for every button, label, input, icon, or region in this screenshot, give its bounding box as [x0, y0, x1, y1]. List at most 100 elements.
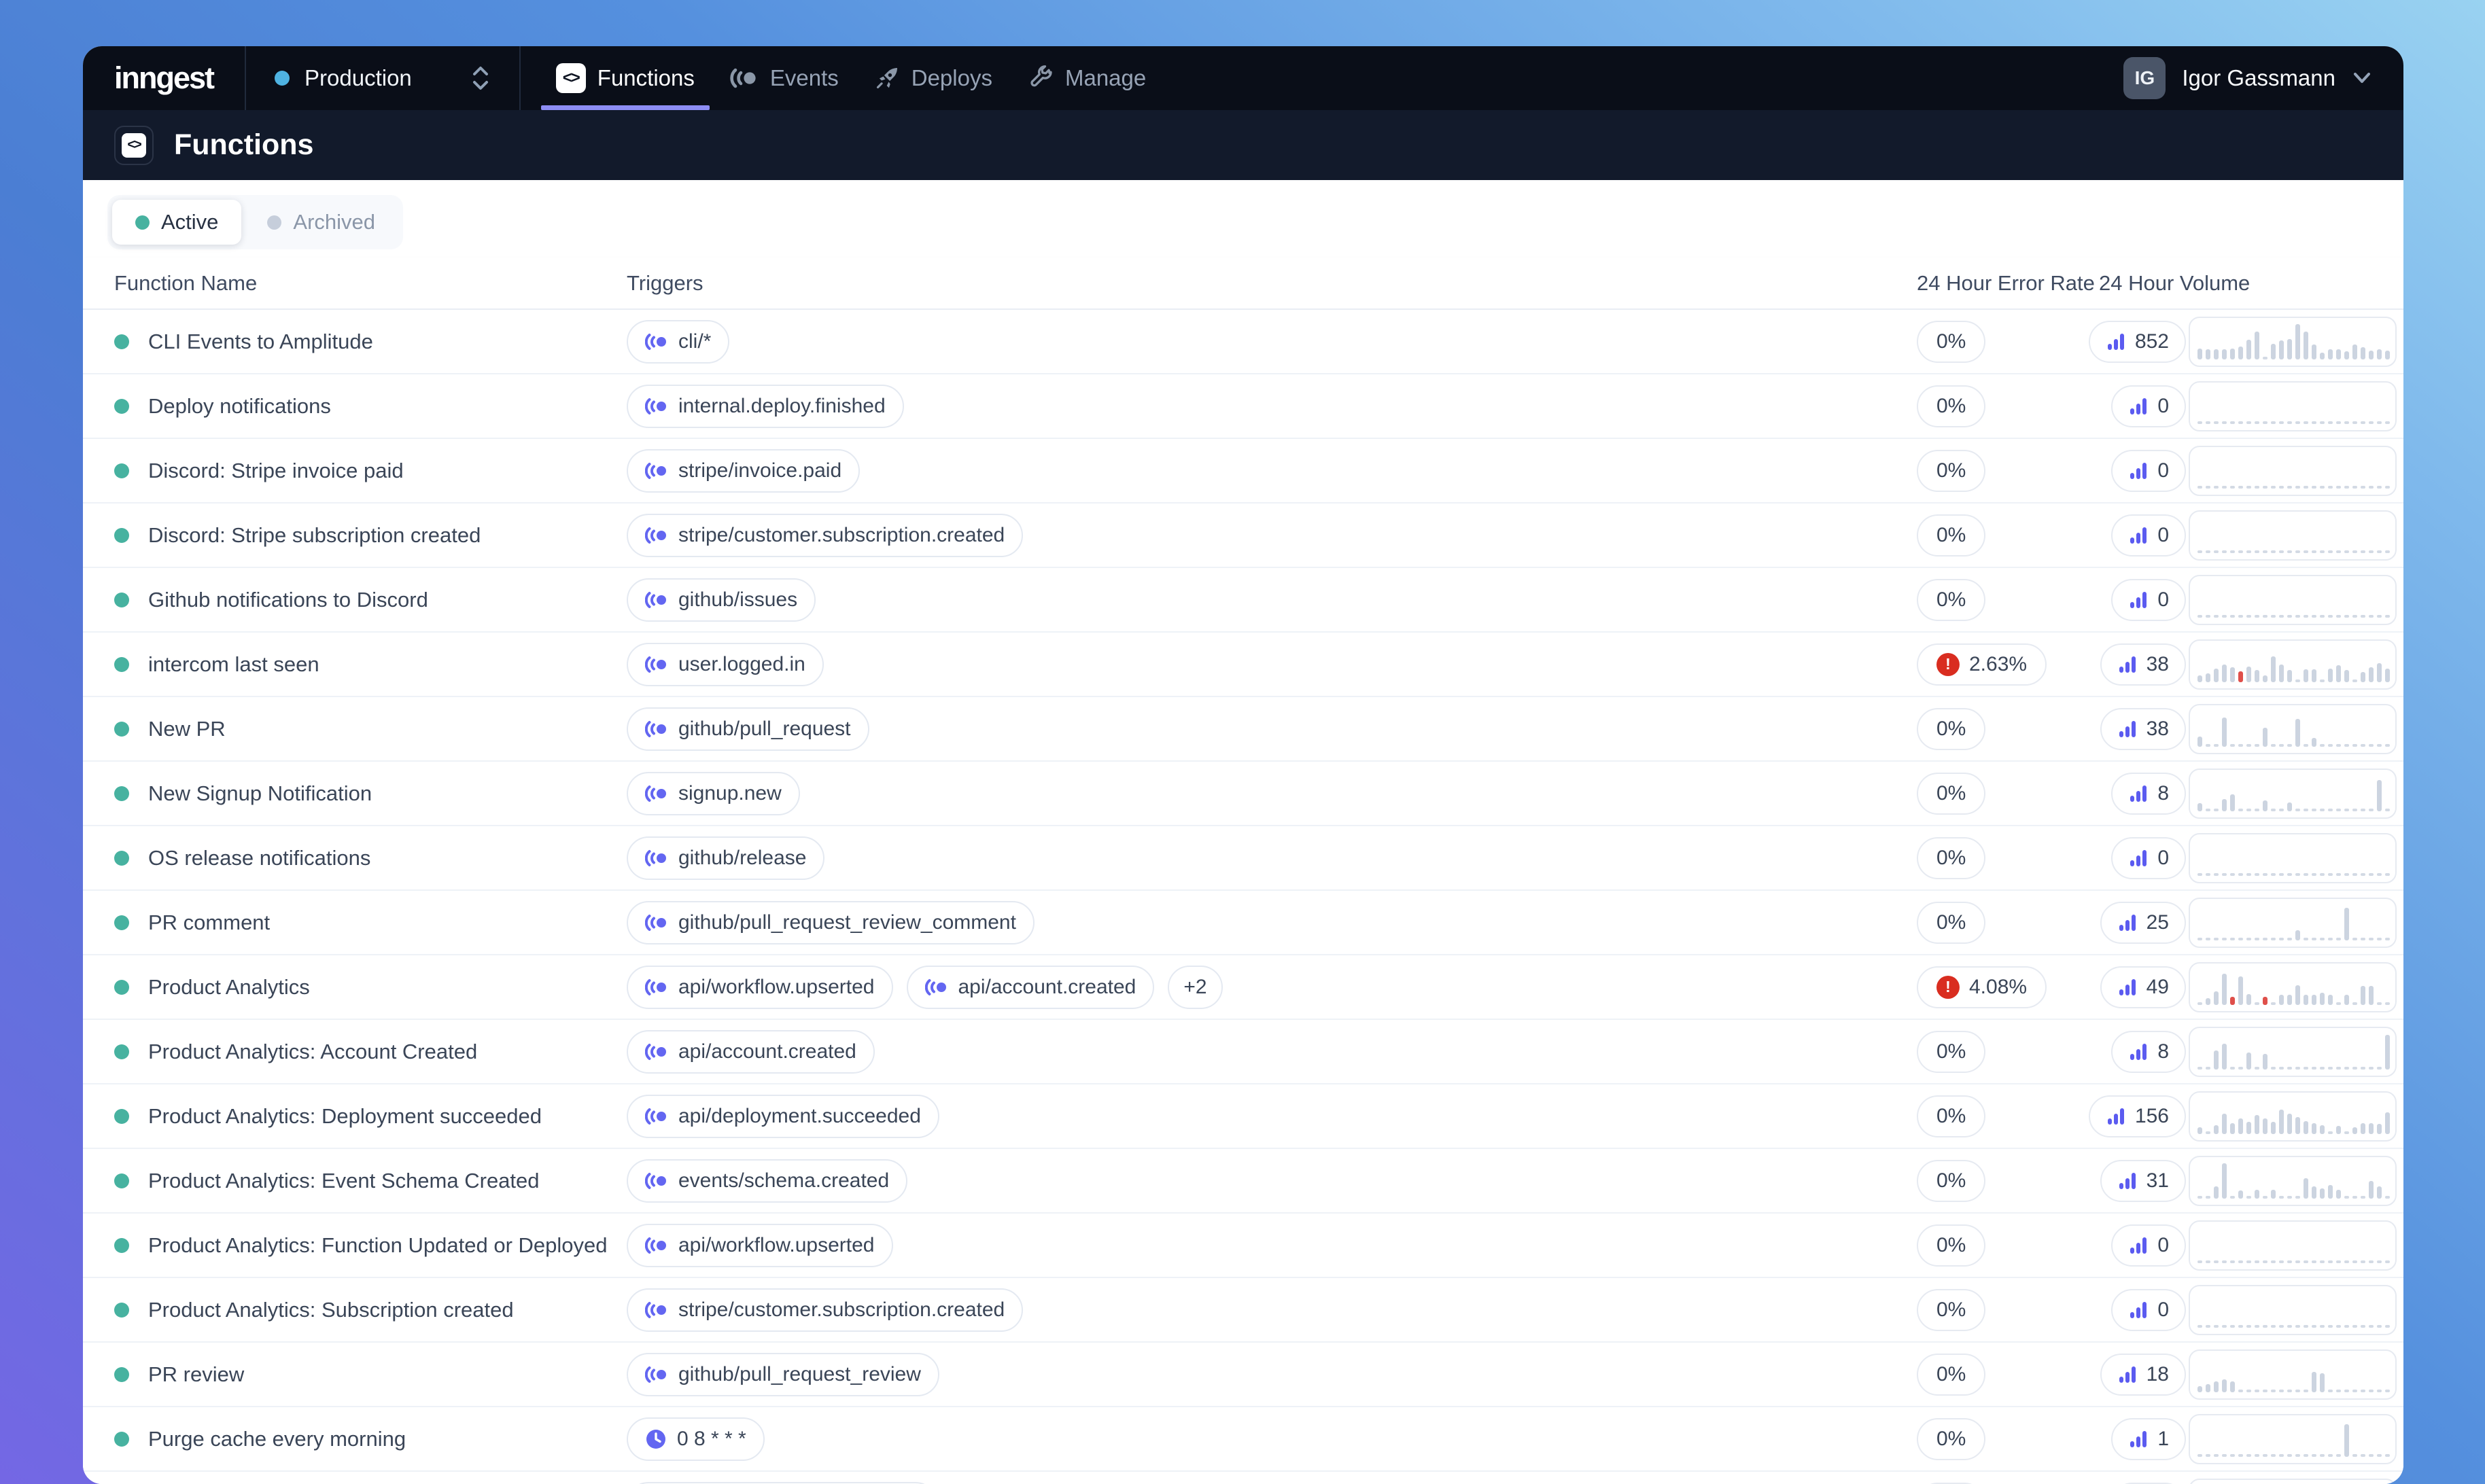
sparkline-zero-dash [2246, 744, 2251, 747]
volume-value: 1 [2157, 1428, 2169, 1451]
function-table-row[interactable]: Product Analytics: Subscription createds… [83, 1278, 2403, 1343]
sparkline-zero-dash [2312, 809, 2316, 811]
bar-chart-icon [2128, 1235, 2149, 1256]
tab-manage[interactable]: Manage [1010, 46, 1164, 110]
sparkline-bar [2304, 995, 2308, 1005]
sparkline-zero-dash [2312, 1260, 2316, 1263]
bar-chart-icon [2117, 719, 2138, 739]
function-name: Product Analytics [148, 975, 310, 1000]
function-status-dot [114, 1173, 129, 1188]
sparkline-zero-dash [2328, 1067, 2333, 1070]
sparkline-zero-dash [2336, 486, 2341, 489]
sparkline-zero-dash [2197, 1196, 2202, 1199]
sparkline-zero-dash [2304, 1454, 2308, 1457]
tab-functions[interactable]: <> Functions [538, 46, 712, 110]
triggers-cell: github/issues [627, 578, 1917, 622]
function-table-row[interactable]: Product Analytics: Event Schema Createde… [83, 1149, 2403, 1214]
function-table-row[interactable]: CLI Events to Amplitudecli/*0%852 [83, 310, 2403, 374]
event-trigger-icon [925, 978, 948, 997]
sparkline-bar [2377, 663, 2382, 682]
trigger-label: user.logged.in [678, 653, 805, 676]
function-table-row[interactable]: OS release notificationsgithub/release0%… [83, 826, 2403, 891]
function-table-row[interactable]: intercom last seenuser.logged.in!2.63%38 [83, 633, 2403, 697]
cron-clock-icon [645, 1428, 667, 1450]
sparkline-zero-dash [2328, 550, 2333, 553]
function-table-row[interactable]: Discord: Stripe subscription createdstri… [83, 504, 2403, 568]
sparkline-zero-dash [2304, 615, 2308, 618]
tab-events[interactable]: Events [712, 46, 856, 110]
sparkline-zero-dash [2246, 1196, 2251, 1199]
sparkline-zero-dash [2255, 809, 2259, 811]
volume-value: 49 [2147, 976, 2169, 999]
sparkline-zero-dash [2246, 809, 2251, 811]
function-table-row[interactable]: New Signup Notificationsignup.new0%8 [83, 762, 2403, 826]
sparkline-bar [2263, 1054, 2267, 1070]
filter-active[interactable]: Active [112, 200, 241, 245]
sparkline-zero-dash [2222, 421, 2227, 424]
sparkline-zero-dash [2197, 938, 2202, 940]
sparkline-zero-dash [2328, 938, 2333, 940]
sparkline-zero-dash [2328, 744, 2333, 747]
triggers-cell: api/account.created [627, 1030, 1917, 1074]
sparkline-zero-dash [2255, 486, 2259, 489]
function-table-row[interactable]: Product Analytics: Account Created api/ac… [83, 1020, 2403, 1084]
volume-sparkline [2189, 510, 2397, 561]
function-table-row[interactable]: Github notifications to Discordgithub/is… [83, 568, 2403, 633]
sparkline-zero-dash [2361, 1325, 2365, 1328]
trigger-label: github/pull_request_review [678, 1363, 921, 1386]
sparkline-zero-dash [2312, 486, 2316, 489]
bar-chart-icon [2128, 396, 2149, 417]
error-alert-icon: ! [1936, 653, 1960, 676]
sparkline-zero-dash [2320, 1325, 2325, 1328]
function-status-dot [114, 528, 129, 543]
function-table-row[interactable]: PR reviewgithub/pull_request_review0%18 [83, 1343, 2403, 1407]
sparkline-zero-dash [2320, 873, 2325, 876]
user-menu[interactable]: IG Igor Gassmann [2123, 46, 2403, 110]
function-table-row[interactable]: New PRgithub/pull_request0%38 [83, 697, 2403, 762]
function-table-row[interactable]: Deploy notificationsinternal.deploy.fini… [83, 374, 2403, 439]
sparkline-zero-dash [2385, 421, 2390, 424]
volume-pill: 1 [2111, 1418, 2186, 1460]
function-name-cell: New PR [114, 717, 627, 741]
function-table-row[interactable]: Purge cache every morning0 8 * * *0%1 [83, 1407, 2403, 1472]
tab-deploys[interactable]: Deploys [856, 46, 1010, 110]
function-table-row[interactable]: Discord: Stripe invoice paidstripe/invoi… [83, 439, 2403, 504]
sparkline-zero-dash [2287, 550, 2292, 553]
active-dot-icon [135, 215, 150, 230]
sparkline-zero-dash [2263, 550, 2267, 553]
sparkline-zero-dash [2377, 486, 2382, 489]
volume-cell: 0 [2099, 837, 2186, 879]
sparkline-zero-dash [2255, 421, 2259, 424]
function-table-row[interactable]: Product Analyticsapi/workflow.upsertedap… [83, 955, 2403, 1020]
error-rate-pill: 0% [1917, 450, 1985, 492]
sparkline-zero-dash [2336, 1390, 2341, 1392]
sparkline-zero-dash [2328, 1131, 2333, 1134]
error-rate-value: 0% [1936, 1428, 1966, 1451]
event-trigger-icon [645, 332, 668, 351]
sparkline-zero-dash [2197, 615, 2202, 618]
sparkline-zero-dash [2320, 938, 2325, 940]
sparkline-bar [2214, 669, 2219, 682]
sparkline-zero-dash [2279, 615, 2284, 618]
volume-pill: 18 [2100, 1354, 2186, 1396]
event-trigger-badge: github/issues [627, 578, 816, 622]
event-trigger-badge: github/pull_request_review [627, 1353, 939, 1396]
environment-switcher[interactable]: Production [246, 46, 519, 110]
function-table-row[interactable]: Reset password email and reminderpasswor… [83, 1472, 2403, 1484]
function-name: Product Analytics: Account Created [148, 1040, 477, 1064]
function-table-row[interactable]: PR commentgithub/pull_request_review_com… [83, 891, 2403, 955]
sparkline-bar [2214, 1186, 2219, 1199]
sparkline-zero-dash [2369, 938, 2374, 940]
sparkline-zero-dash [2214, 938, 2219, 940]
error-rate-pill: 0% [1917, 385, 1985, 427]
function-table-row[interactable]: Product Analytics: Deployment succeededa… [83, 1084, 2403, 1149]
sparkline-bar [2287, 802, 2292, 811]
sparkline-bar [2197, 803, 2202, 811]
triggers-cell: password.reset_requested [627, 1482, 1917, 1484]
filter-archived[interactable]: Archived [244, 200, 398, 245]
volume-value: 0 [2157, 847, 2169, 870]
sparkline-zero-dash [2377, 873, 2382, 876]
volume-value: 0 [2157, 459, 2169, 482]
sparkline-zero-dash [2238, 421, 2243, 424]
function-table-row[interactable]: Product Analytics: Function Updated or D… [83, 1214, 2403, 1278]
